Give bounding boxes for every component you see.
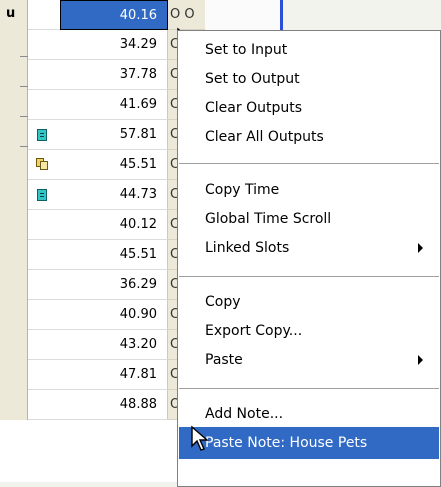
grid-value-cell-selected[interactable]: 40.16 — [60, 0, 168, 30]
arrow-cursor-icon — [191, 425, 209, 451]
row-header — [0, 180, 28, 210]
row-header — [0, 360, 28, 390]
note-icon[interactable] — [37, 189, 47, 201]
grid-value-cell[interactable]: 43.20 — [60, 330, 168, 360]
menu-item-export-copy[interactable]: Export Copy... — [179, 318, 439, 344]
row-tick — [20, 56, 28, 57]
grid-icon-cell — [28, 330, 60, 360]
row-tick — [20, 86, 28, 87]
grid-value-cell[interactable]: 40.90 — [60, 300, 168, 330]
header-left-label: u — [6, 6, 16, 21]
grid-value-cell[interactable]: 47.81 — [60, 360, 168, 390]
menu-item-copy-time[interactable]: Copy Time — [179, 177, 439, 203]
grid-value-cell[interactable]: 48.88 — [60, 390, 168, 420]
menu-item-set-to-input[interactable]: Set to Input — [179, 37, 439, 63]
grid-value-cell[interactable]: 57.81 — [60, 120, 168, 150]
row-header — [0, 390, 28, 420]
grid-icon-cell — [28, 0, 60, 30]
grid-icon-cell — [28, 30, 60, 60]
grid-flag-cell[interactable]: O O — [168, 0, 205, 30]
row-tick — [20, 116, 28, 117]
grid-value-cell[interactable]: 45.51 — [60, 150, 168, 180]
grid-icon-cell — [28, 300, 60, 330]
row-header — [0, 150, 28, 180]
grid-icon-cell — [28, 390, 60, 420]
row-header — [0, 270, 28, 300]
data-grid: u 40.16 O O 34.29 C 37.78 C 41.69 C 57.8… — [0, 0, 205, 482]
menu-item-clear-all-outputs[interactable]: Clear All Outputs — [179, 124, 439, 150]
row-header — [0, 300, 28, 330]
menu-separator — [179, 276, 439, 277]
grid-icon-cell — [28, 240, 60, 270]
grid-value-cell[interactable]: 34.29 — [60, 30, 168, 60]
grid-icon-cell — [28, 90, 60, 120]
grid-value-cell[interactable]: 44.73 — [60, 180, 168, 210]
grid-icon-cell — [28, 210, 60, 240]
grid-value-cell[interactable]: 36.29 — [60, 270, 168, 300]
grid-icon-cell — [28, 360, 60, 390]
submenu-arrow-icon — [418, 355, 423, 365]
context-menu: Set to Input Set to Output Clear Outputs… — [177, 30, 441, 487]
note-icon[interactable] — [37, 129, 47, 141]
row-header — [0, 330, 28, 360]
menu-item-copy[interactable]: Copy — [179, 289, 439, 315]
grid-value-cell[interactable]: 41.69 — [60, 90, 168, 120]
pages-icon[interactable] — [36, 158, 48, 170]
menu-separator — [179, 163, 439, 164]
menu-item-paste-note[interactable]: Paste Note: House Pets — [179, 427, 439, 459]
menu-separator — [179, 388, 439, 389]
grid-value-cell[interactable]: 37.78 — [60, 60, 168, 90]
menu-item-add-note[interactable]: Add Note... — [179, 401, 439, 427]
menu-item-linked-slots[interactable]: Linked Slots — [179, 235, 439, 261]
grid-value-cell[interactable]: 40.12 — [60, 210, 168, 240]
menu-item-global-time-scroll[interactable]: Global Time Scroll — [179, 206, 439, 232]
menu-item-clear-outputs[interactable]: Clear Outputs — [179, 95, 439, 121]
submenu-arrow-icon — [418, 243, 423, 253]
row-header — [0, 210, 28, 240]
row-header: u — [0, 0, 28, 30]
menu-item-paste[interactable]: Paste — [179, 347, 439, 373]
row-header — [0, 240, 28, 270]
grid-icon-cell — [28, 60, 60, 90]
grid-value-cell[interactable]: 45.51 — [60, 240, 168, 270]
row-tick — [20, 146, 28, 147]
menu-item-set-to-output[interactable]: Set to Output — [179, 66, 439, 92]
grid-icon-cell — [28, 270, 60, 300]
